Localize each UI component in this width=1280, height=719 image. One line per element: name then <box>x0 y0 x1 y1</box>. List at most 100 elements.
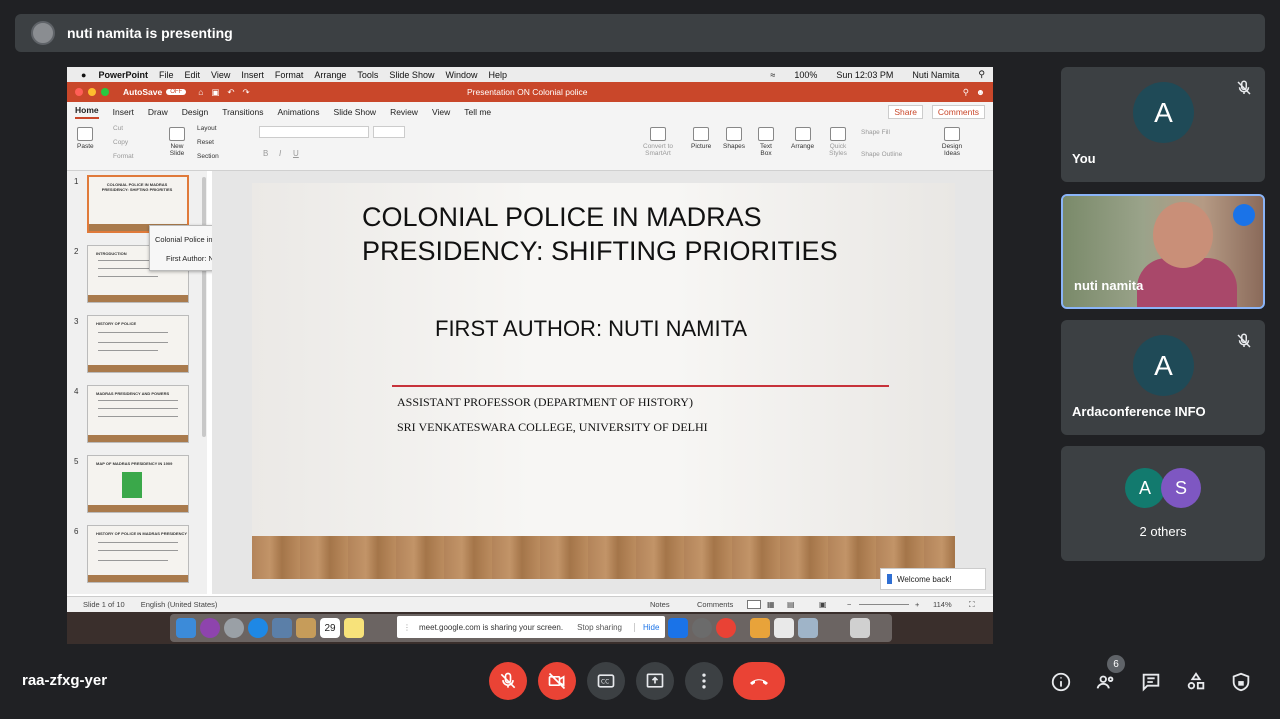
tab-review[interactable]: Review <box>390 107 418 117</box>
format-painter-button[interactable]: Format <box>113 153 134 160</box>
notes-app-icon[interactable] <box>344 618 364 638</box>
participant-tile-you[interactable]: A You <box>1061 67 1265 182</box>
shape-fill-button[interactable]: Shape Fill <box>861 129 890 136</box>
cut-button[interactable]: Cut <box>113 125 123 132</box>
zoom-slider[interactable] <box>859 604 909 605</box>
photos-app-icon[interactable] <box>272 618 292 638</box>
new-slide-button[interactable]: New Slide <box>165 127 189 157</box>
system-preferences-icon[interactable] <box>692 618 712 638</box>
drag-handle-icon[interactable]: ⋮ <box>403 623 411 632</box>
normal-view-icon[interactable] <box>747 600 761 609</box>
apple-icon[interactable]: ● <box>81 70 86 80</box>
tab-design[interactable]: Design <box>182 107 208 117</box>
welcome-back-flag[interactable]: Welcome back! <box>880 568 986 590</box>
thumbnails-scrollbar[interactable] <box>202 177 206 437</box>
tab-draw[interactable]: Draw <box>148 107 168 117</box>
present-now-button[interactable] <box>636 662 674 700</box>
camera-toggle-button[interactable] <box>538 662 576 700</box>
menu-file[interactable]: File <box>159 70 174 80</box>
bold-button[interactable]: B <box>263 149 268 158</box>
slide-sorter-icon[interactable]: ▦ <box>767 600 775 609</box>
app-store-icon[interactable] <box>668 618 688 638</box>
chrome-icon[interactable] <box>716 618 736 638</box>
tab-transitions[interactable]: Transitions <box>222 107 263 117</box>
menu-arrange[interactable]: Arrange <box>314 70 346 80</box>
slide-thumbnail-5[interactable]: MAP OF MADRAS PRESIDENCY IN 1909 <box>87 455 189 513</box>
shape-outline-button[interactable]: Shape Outline <box>861 151 902 158</box>
zoom-level[interactable]: 114% <box>933 600 952 609</box>
mic-toggle-button[interactable] <box>489 662 527 700</box>
slide-thumbnail-6[interactable]: HISTORY OF POLICE IN MADRAS PRESIDENCY <box>87 525 189 583</box>
comments-pane-button[interactable]: Comments <box>697 600 733 609</box>
fit-slide-icon[interactable]: ⛶ <box>969 600 975 610</box>
stop-sharing-button[interactable]: Stop sharing <box>577 623 622 632</box>
zoom-in-button[interactable]: + <box>915 600 919 609</box>
user-name[interactable]: Nuti Namita <box>912 70 959 80</box>
activities-button[interactable] <box>1184 670 1208 694</box>
clock[interactable]: Sun 12:03 PM <box>836 70 893 80</box>
language-indicator[interactable]: English (United States) <box>141 600 218 609</box>
menu-app-name[interactable]: PowerPoint <box>98 70 148 80</box>
menu-format[interactable]: Format <box>275 70 304 80</box>
wifi-icon[interactable]: ≈ <box>770 70 775 80</box>
copy-button[interactable]: Copy <box>113 139 128 146</box>
people-button[interactable] <box>1094 670 1118 694</box>
menu-edit[interactable]: Edit <box>184 70 200 80</box>
participant-tile-others[interactable]: A S 2 others <box>1061 446 1265 561</box>
finder-icon[interactable] <box>176 618 196 638</box>
slide-affiliation-1[interactable]: ASSISTANT PROFESSOR (DEPARTMENT OF HISTO… <box>397 395 693 410</box>
reset-button[interactable]: Reset <box>197 139 214 146</box>
spotlight-search-icon[interactable]: ⚲ <box>978 69 985 80</box>
preview-icon[interactable] <box>774 618 794 638</box>
zoom-out-button[interactable]: − <box>847 600 851 609</box>
participant-tile-ardaconference[interactable]: A Ardaconference INFO <box>1061 320 1265 435</box>
image-capture-icon[interactable] <box>798 618 818 638</box>
more-options-button[interactable] <box>685 662 723 700</box>
font-size-select[interactable] <box>373 126 405 138</box>
slide-title[interactable]: COLONIAL POLICE IN MADRAS PRESIDENCY: SH… <box>362 200 838 268</box>
participant-tile-nuti-namita[interactable]: nuti namita <box>1061 194 1265 309</box>
design-ideas-button[interactable]: Design Ideas <box>937 127 967 157</box>
contacts-icon[interactable] <box>296 618 316 638</box>
quick-styles-button[interactable]: Quick Styles <box>827 127 849 157</box>
chat-button[interactable] <box>1139 670 1163 694</box>
account-icon[interactable]: ☻ <box>976 87 985 97</box>
tab-view[interactable]: View <box>432 107 450 117</box>
comments-button[interactable]: Comments <box>931 104 985 119</box>
text-box-button[interactable]: Text Box <box>757 127 775 157</box>
slide-author[interactable]: FIRST AUTHOR: NUTI NAMITA <box>435 316 747 342</box>
tab-animations[interactable]: Animations <box>277 107 319 117</box>
keynote-icon[interactable] <box>750 618 770 638</box>
host-controls-button[interactable] <box>1229 670 1253 694</box>
arrange-button[interactable]: Arrange <box>791 127 814 150</box>
paste-button[interactable]: Paste <box>77 127 94 150</box>
tab-slide-show[interactable]: Slide Show <box>334 107 377 117</box>
autosave-toggle[interactable]: OFF <box>166 89 187 95</box>
save-icon[interactable]: ▣ <box>211 87 219 98</box>
search-icon[interactable]: ⚲ <box>963 87 969 98</box>
layout-button[interactable]: Layout <box>197 125 217 132</box>
menu-help[interactable]: Help <box>488 70 507 80</box>
convert-smartart-button[interactable]: Convert to SmartArt <box>637 127 679 157</box>
share-button[interactable]: Share <box>888 104 923 119</box>
close-window-icon[interactable] <box>75 88 83 96</box>
menu-tools[interactable]: Tools <box>357 70 378 80</box>
picture-button[interactable]: Picture <box>691 127 711 150</box>
leave-call-button[interactable] <box>733 662 785 700</box>
trash-icon[interactable] <box>850 618 870 638</box>
battery-percent[interactable]: 100% <box>794 70 817 80</box>
underline-button[interactable]: U <box>293 149 299 158</box>
undo-icon[interactable]: ↶ <box>227 87 234 98</box>
menu-insert[interactable]: Insert <box>241 70 264 80</box>
menu-window[interactable]: Window <box>445 70 477 80</box>
menu-slide-show[interactable]: Slide Show <box>389 70 434 80</box>
calendar-icon[interactable]: 29 <box>320 618 340 638</box>
notes-button[interactable]: Notes <box>650 600 670 609</box>
meeting-details-button[interactable] <box>1049 670 1073 694</box>
slide-thumbnail-3[interactable]: HISTORY OF POLICE <box>87 315 189 373</box>
slide-affiliation-2[interactable]: SRI VENKATESWARA COLLEGE, UNIVERSITY OF … <box>397 420 708 435</box>
launchpad-icon[interactable] <box>224 618 244 638</box>
menu-view[interactable]: View <box>211 70 230 80</box>
tab-insert[interactable]: Insert <box>113 107 134 117</box>
current-slide[interactable]: COLONIAL POLICE IN MADRAS PRESIDENCY: SH… <box>252 183 955 579</box>
